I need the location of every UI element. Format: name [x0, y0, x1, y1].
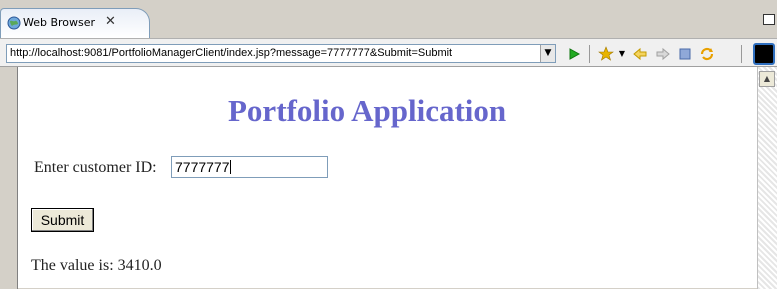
customer-id-label: Enter customer ID:: [34, 159, 157, 176]
result-text: The value is: 3410.0: [31, 257, 162, 274]
forward-arrow-icon[interactable]: [655, 46, 671, 62]
view-menu-icon[interactable]: [753, 43, 775, 65]
tab-label: Web Browser: [23, 16, 96, 29]
toolbar-separator: [741, 45, 742, 63]
back-arrow-icon[interactable]: [632, 46, 648, 62]
tab-bar: Web Browser ✕: [0, 0, 777, 38]
url-input[interactable]: http://localhost:9081/PortfolioManagerCl…: [6, 44, 556, 63]
close-icon[interactable]: ✕: [105, 14, 116, 29]
page-title: Portfolio Application: [228, 93, 507, 128]
customer-id-value: 7777777: [175, 159, 230, 175]
customer-id-input[interactable]: 7777777: [171, 156, 328, 178]
left-border: [0, 67, 18, 289]
vertical-scrollbar[interactable]: ▲: [757, 67, 777, 289]
go-arrow-icon[interactable]: [566, 46, 582, 62]
address-toolbar: http://localhost:9081/PortfolioManagerCl…: [0, 38, 777, 66]
tab-web-browser[interactable]: Web Browser ✕: [0, 8, 150, 38]
refresh-icon[interactable]: [699, 46, 715, 62]
browser-viewport: Portfolio Application Enter customer ID:…: [0, 66, 777, 289]
scroll-up-icon[interactable]: ▲: [759, 71, 775, 87]
globe-icon: [7, 16, 21, 30]
url-dropdown-icon[interactable]: ▼: [540, 45, 555, 62]
stop-icon[interactable]: [677, 46, 693, 62]
toolbar-separator: [589, 45, 590, 63]
maximize-icon[interactable]: [763, 14, 775, 25]
text-caret: [229, 160, 231, 174]
star-icon[interactable]: [598, 46, 614, 62]
submit-button[interactable]: Submit: [31, 208, 94, 232]
chevron-down-icon[interactable]: ▼: [614, 46, 630, 62]
